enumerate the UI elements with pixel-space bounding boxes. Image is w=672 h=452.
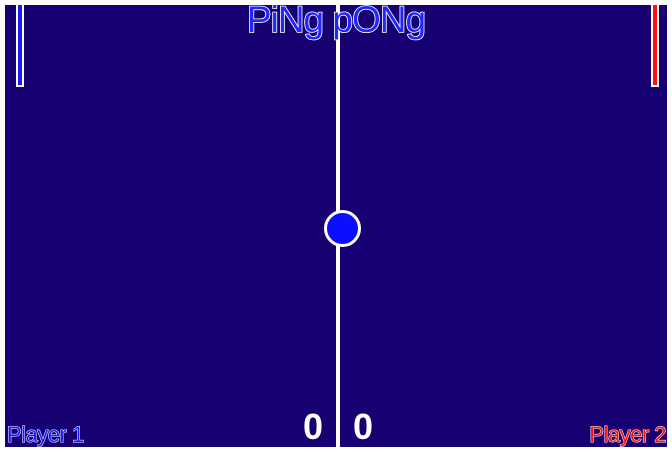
game-court[interactable]: PiNg pONg 0 0 Player 1 Player 2 bbox=[0, 0, 672, 452]
player-2-label: Player 2 bbox=[589, 422, 667, 448]
player-1-paddle[interactable] bbox=[16, 5, 24, 87]
player-2-score: 0 bbox=[353, 406, 374, 447]
ball bbox=[324, 210, 361, 247]
game-title: PiNg pONg bbox=[246, 0, 427, 41]
player-1-score: 0 bbox=[303, 406, 324, 447]
player-1-label: Player 1 bbox=[7, 422, 85, 448]
player-2-paddle[interactable] bbox=[651, 5, 659, 87]
